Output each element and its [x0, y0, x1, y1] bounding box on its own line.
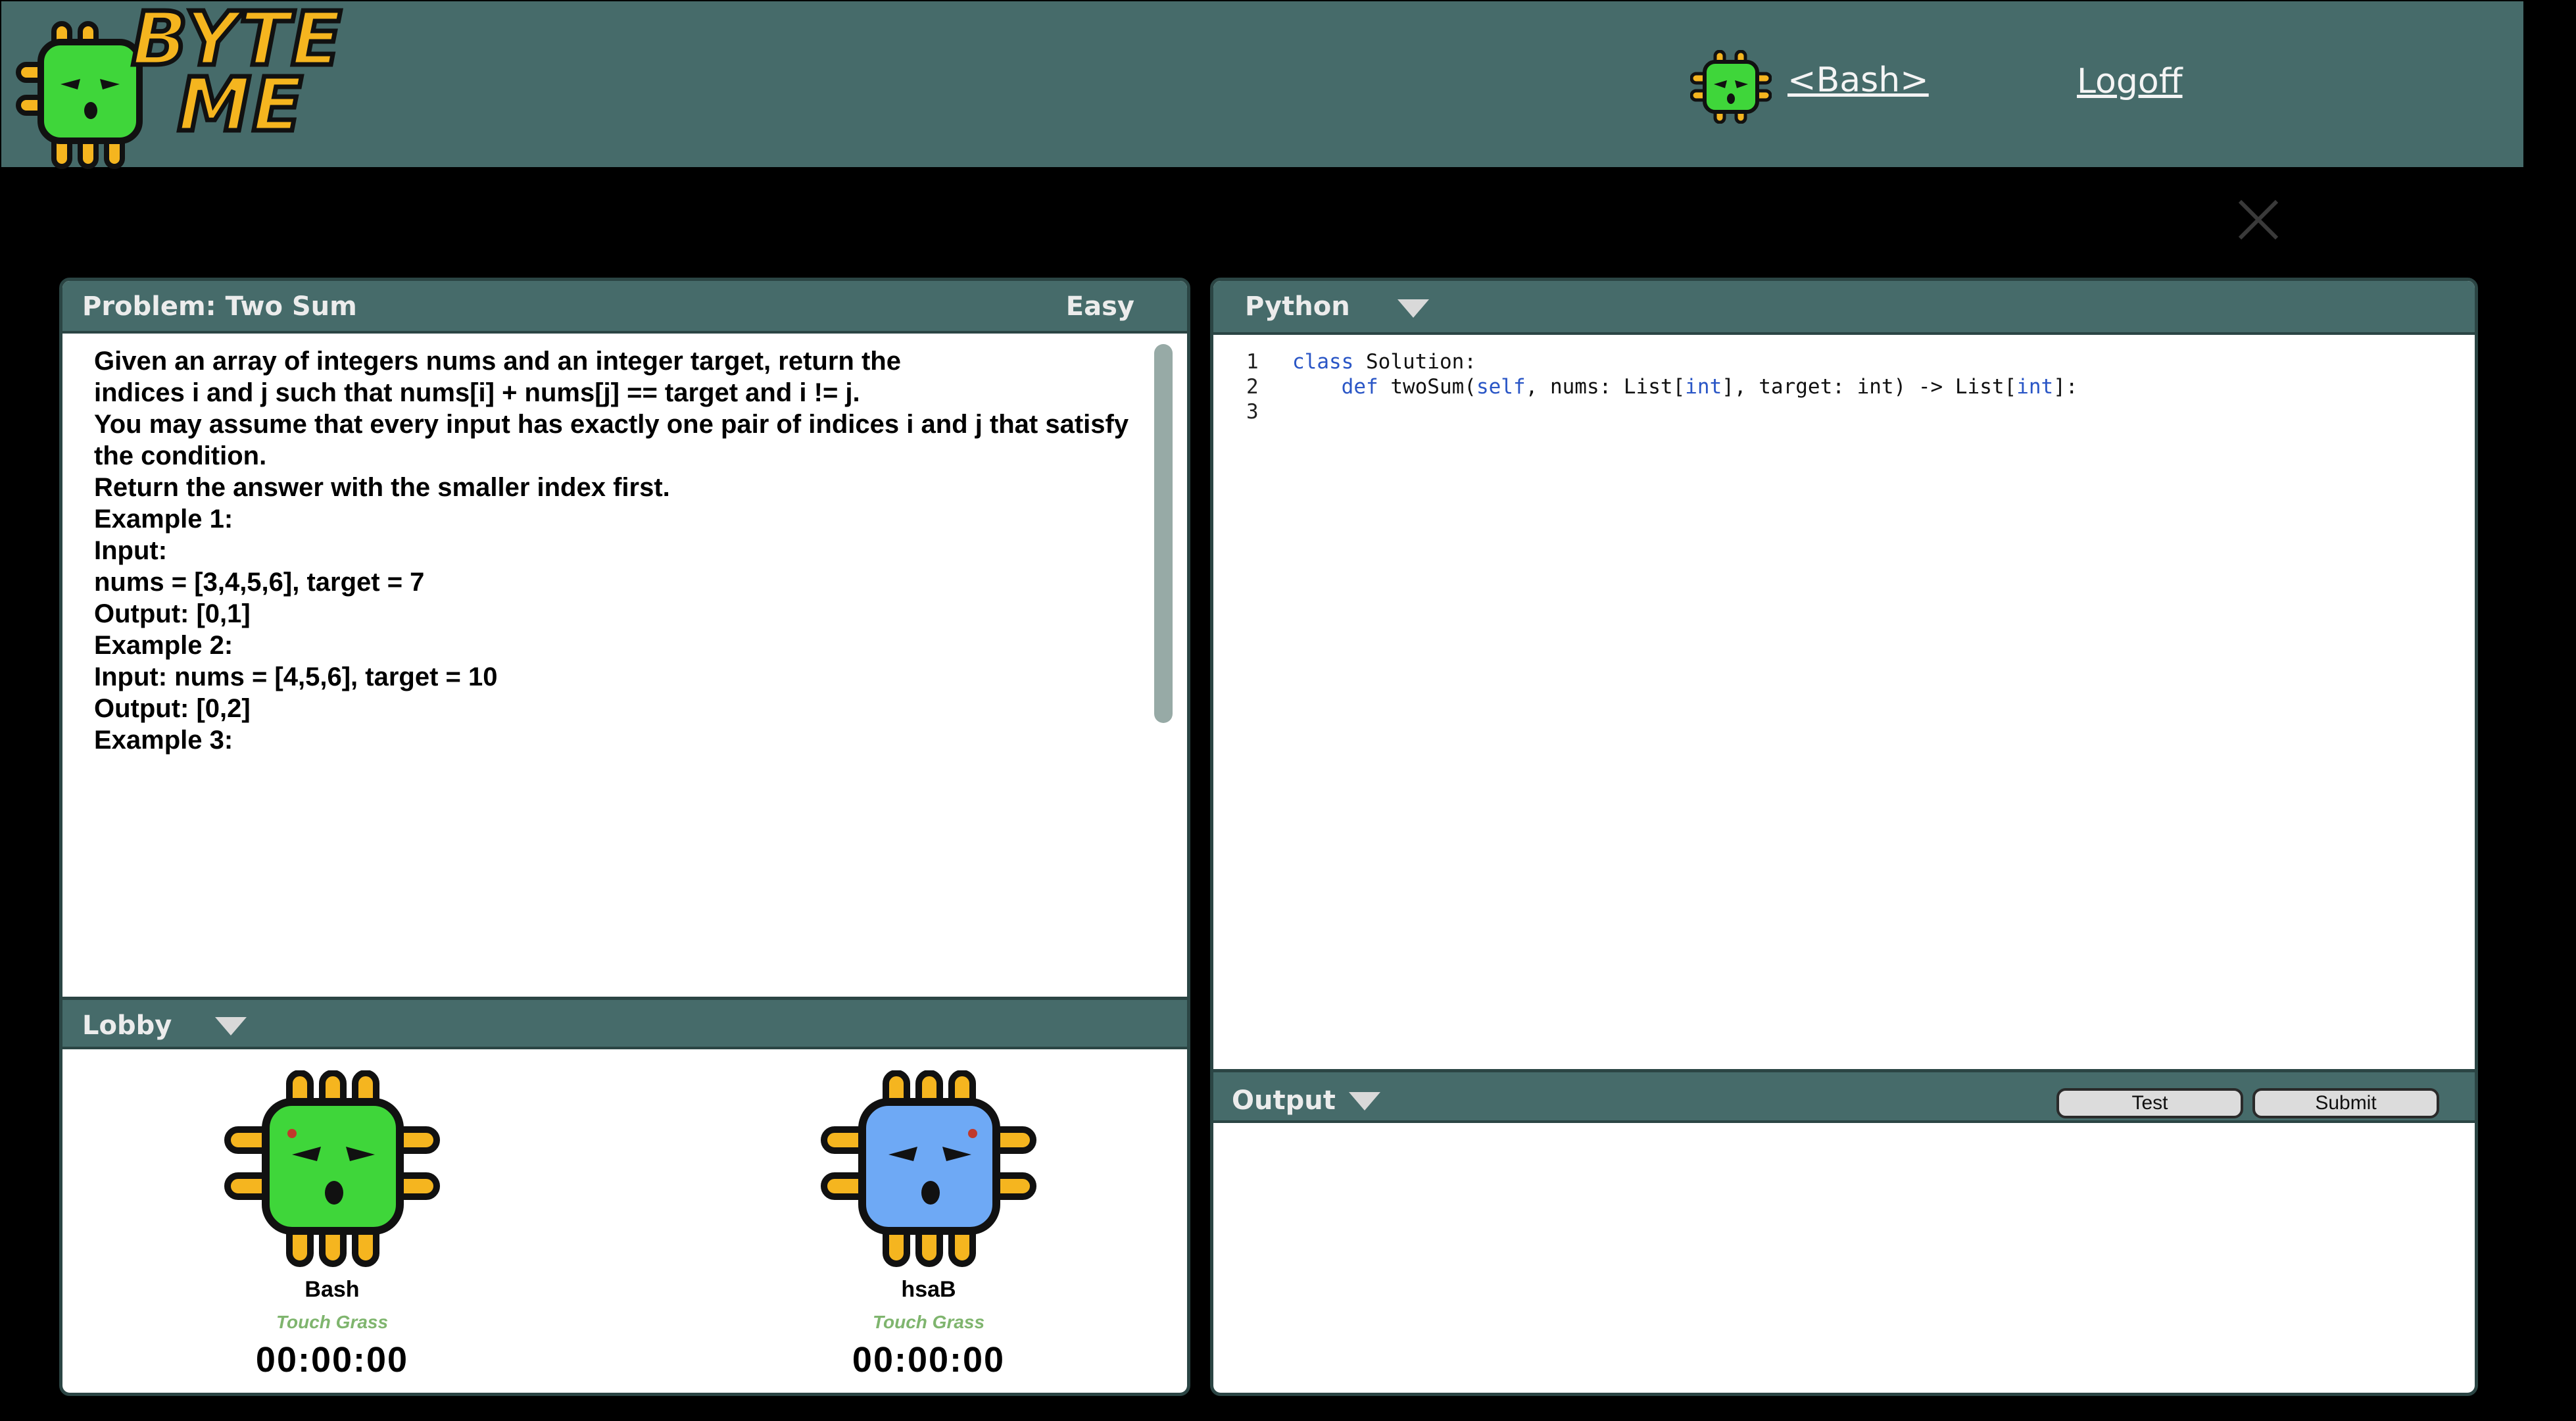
problem-header: Problem: Two Sum Easy — [62, 281, 1187, 334]
problem-scrollbar[interactable] — [1154, 344, 1173, 723]
problem-text-line: Return the answer with the smaller index… — [94, 473, 670, 502]
test-button[interactable]: Test — [2056, 1088, 2243, 1118]
problem-text-line: Output: [0,2] — [94, 694, 251, 723]
player-name: Bash — [304, 1277, 360, 1302]
editor-header: Python — [1213, 281, 2475, 335]
player-status: Touch Grass — [276, 1312, 389, 1332]
problem-text-line: Example 1: — [94, 505, 233, 534]
code-keyword: class — [1292, 350, 1354, 374]
player-card: Bash Touch Grass 00:00:00 — [194, 1070, 470, 1380]
problem-text-line: Output: [0,1] — [94, 599, 251, 628]
problem-text-line: Example 3: — [94, 726, 233, 755]
code-editor[interactable]: 1 class Solution: 2 def twoSum(self, nums:… — [1246, 349, 2078, 424]
code-line[interactable]: 2 def twoSum(self, nums: List[int], targ… — [1246, 374, 2078, 399]
code-text: ], target: int) -> List[ — [1722, 375, 2017, 399]
code-text: twoSum( — [1378, 375, 1476, 399]
code-keyword: int — [2016, 375, 2054, 399]
player-avatar-icon — [821, 1070, 1036, 1267]
line-number: 3 — [1246, 400, 1259, 424]
user-avatar-icon[interactable] — [1690, 50, 1772, 124]
code-keyword: self — [1476, 375, 1526, 399]
language-selector[interactable]: Python — [1245, 291, 1350, 322]
output-area — [1213, 1130, 2475, 1393]
problem-text-line: indices i and j such that nums[i] + nums… — [94, 378, 860, 407]
code-keyword: int — [1685, 375, 1722, 399]
problem-text-line: Given an array of integers nums and an i… — [94, 347, 901, 376]
code-keyword: def — [1341, 375, 1378, 399]
line-number: 1 — [1246, 350, 1259, 374]
close-icon[interactable] — [2236, 197, 2281, 242]
output-header: Output Test Submit — [1213, 1069, 2475, 1123]
editor-panel: Python 1 class Solution: 2 def twoSum(self… — [1210, 278, 2478, 1396]
problem-text-line: the condition. — [94, 441, 267, 470]
difficulty-badge: Easy — [1065, 291, 1134, 322]
problem-text-line: nums = [3,4,5,6], target = 7 — [94, 568, 425, 597]
brand-wordmark: BYTE ME — [129, 1, 343, 148]
logoff-link[interactable]: Logoff — [2077, 62, 2183, 101]
line-number: 2 — [1246, 375, 1259, 399]
problem-title: Problem: Two Sum — [82, 291, 357, 322]
code-text: , nums: List[ — [1525, 375, 1686, 399]
brand-logo[interactable]: BYTE ME — [14, 1, 344, 169]
problem-text-line: Example 2: — [94, 631, 233, 660]
player-card: hsaB Touch Grass 00:00:00 — [790, 1070, 1067, 1380]
submit-button[interactable]: Submit — [2252, 1088, 2439, 1118]
player-avatar-icon — [224, 1070, 440, 1267]
player-timer: 00:00:00 — [255, 1340, 409, 1380]
player-name: hsaB — [901, 1277, 956, 1302]
code-line[interactable]: 3 — [1246, 399, 2078, 424]
player-timer: 00:00:00 — [852, 1340, 1006, 1380]
language-dropdown-caret-icon[interactable] — [1397, 299, 1429, 318]
output-label: Output — [1232, 1085, 1336, 1116]
problem-text-line: You may assume that every input has exac… — [94, 410, 1129, 439]
problem-text-line: Input: — [94, 536, 168, 565]
problem-panel: Problem: Two Sum Easy Given an array of … — [59, 278, 1190, 1396]
brand-word-me: ME — [175, 62, 304, 148]
problem-description: Given an array of integers nums and an i… — [94, 345, 1187, 756]
player-status: Touch Grass — [872, 1312, 985, 1332]
output-dropdown-caret-icon[interactable] — [1349, 1092, 1380, 1110]
code-text: ]: — [2053, 375, 2078, 399]
lobby-header[interactable]: Lobby — [62, 997, 1187, 1049]
top-bar: BYTE ME <Bash> Logoff — [1, 1, 2523, 169]
lobby-dropdown-caret-icon[interactable] — [215, 1017, 247, 1035]
code-text: Solution: — [1353, 350, 1476, 374]
code-line[interactable]: 1 class Solution: — [1246, 349, 2078, 374]
problem-text-line: Input: nums = [4,5,6], target = 10 — [94, 662, 498, 691]
lobby-label: Lobby — [82, 1010, 172, 1041]
user-profile-link[interactable]: <Bash> — [1787, 61, 1929, 100]
